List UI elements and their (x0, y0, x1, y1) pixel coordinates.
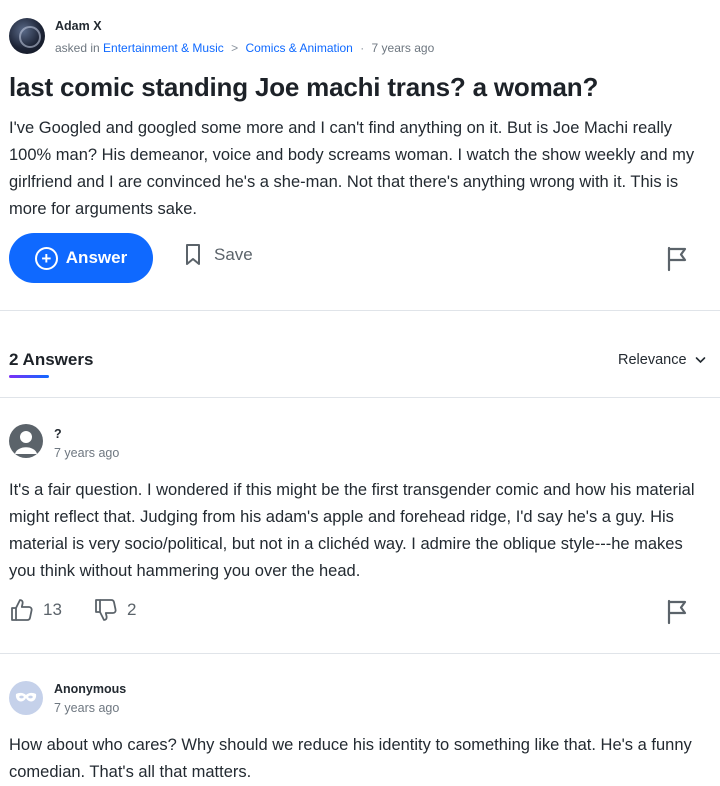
answer-time: 7 years ago (54, 446, 120, 460)
tab-underline (9, 375, 49, 378)
save-button[interactable]: Save (184, 243, 253, 267)
answers-count-tab[interactable]: 2 Answers (9, 350, 93, 370)
question-title: last comic standing Joe machi trans? a w… (9, 72, 599, 102)
dot-separator: · (360, 41, 365, 55)
answer-body: It's a fair question. I wondered if this… (9, 481, 695, 580)
bookmark-icon (186, 244, 200, 265)
answer-author: Anonymous (54, 682, 127, 696)
question-time: 7 years ago (371, 41, 435, 55)
answer-button[interactable]: + Answer (9, 233, 153, 283)
report-flag-icon[interactable] (666, 599, 690, 630)
thumbs-up-count: 13 (43, 600, 62, 619)
divider (0, 397, 720, 398)
divider (0, 310, 720, 311)
divider (0, 653, 720, 654)
thumbs-up-button[interactable]: 13 (9, 597, 62, 623)
asked-prefix: asked in (55, 41, 100, 55)
sort-label: Relevance (618, 352, 687, 368)
asker-name[interactable]: Adam X (55, 19, 102, 33)
asker-avatar[interactable] (9, 18, 45, 54)
thumbs-down-button[interactable]: 2 (93, 597, 136, 623)
mask-icon (15, 692, 37, 702)
answer-body: How about who cares? Why should we reduc… (9, 736, 692, 781)
thumbs-down-icon (95, 599, 117, 621)
report-flag-icon[interactable] (666, 246, 690, 277)
anonymous-avatar (9, 681, 43, 715)
chevron-down-icon (695, 357, 705, 364)
plus-circle-icon: + (34, 246, 58, 270)
thumbs-up-icon (11, 599, 33, 621)
save-button-label: Save (214, 245, 253, 264)
answer-author[interactable]: ? (54, 427, 62, 441)
subcategory-link[interactable]: Comics & Animation (245, 41, 352, 55)
breadcrumb-chevron-icon: > (231, 41, 239, 55)
asked-in-line: asked in Entertainment & Music > Comics … (55, 41, 434, 55)
question-body: I've Googled and googled some more and I… (9, 119, 695, 218)
sort-dropdown[interactable]: Relevance (618, 352, 706, 368)
answer-time: 7 years ago (54, 701, 120, 715)
thumbs-down-count: 2 (127, 600, 137, 619)
answer-button-label: Answer (65, 248, 128, 267)
category-link[interactable]: Entertainment & Music (103, 41, 224, 55)
answer-avatar[interactable] (9, 424, 43, 458)
